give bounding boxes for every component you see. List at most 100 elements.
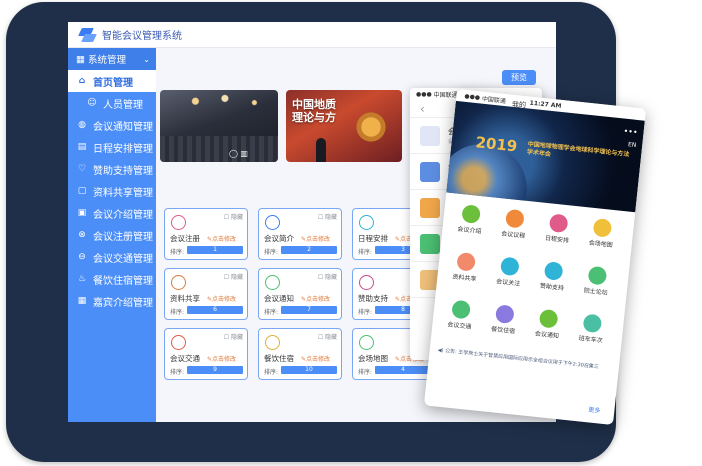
module-card[interactable]: ☐ 隐藏 会议简介 ✎点击修改 排序: 2 (258, 208, 342, 260)
hide-label: 隐藏 (230, 214, 243, 221)
grid-icon: ▦ (76, 53, 85, 65)
sidebar-item[interactable]: ▢ 资料共享管理 (68, 180, 156, 202)
sidebar-item-label: 人员管理 (103, 99, 143, 111)
sidebar-item[interactable]: ☺ 人员管理 (68, 92, 156, 114)
sort-order-field[interactable]: 2 (281, 246, 337, 254)
list-item-icon (420, 161, 440, 182)
sort-order-field[interactable]: 6 (187, 306, 243, 314)
function-item[interactable]: 会议通知 (526, 308, 571, 341)
banner-title: 中国地球物理学会地球科学理论与方法学术年会 (526, 140, 630, 159)
function-label: 赞助支持 (539, 282, 565, 293)
file-icon: ▣ (77, 208, 87, 218)
banner-image-conference-hall[interactable]: ◯ ▥ (160, 90, 278, 162)
edit-link[interactable]: ✎点击修改 (207, 354, 236, 363)
module-name: 会场地图 (358, 354, 388, 363)
register-icon: ⊗ (78, 230, 86, 240)
sidebar-item[interactable]: ▣ 会议介绍管理 (68, 202, 156, 224)
hide-label: 隐藏 (324, 334, 337, 341)
sort-label: 排序: (264, 249, 279, 256)
function-icon (461, 204, 482, 224)
edit-label: 点击修改 (212, 236, 237, 243)
edit-link[interactable]: ✎点击修改 (301, 354, 330, 363)
function-item[interactable]: 会场地图 (579, 217, 624, 250)
function-icon (505, 208, 525, 229)
hide-toggle[interactable]: ☐ 隐藏 (318, 332, 337, 341)
function-label: 院士论坛 (583, 287, 608, 297)
top-bar: 智能会议管理系统 (68, 22, 556, 48)
food-icon: ♨ (77, 274, 87, 284)
emblem-icon (354, 110, 388, 144)
home-icon: ⌂ (78, 76, 86, 86)
function-icon (456, 251, 477, 272)
sidebar-item[interactable]: ▤ 日程安排管理 (68, 136, 156, 158)
sort-order-field[interactable]: 10 (281, 366, 337, 374)
function-label: 资料共享 (452, 273, 477, 283)
hide-toggle[interactable]: ☐ 隐藏 (318, 272, 337, 281)
module-icon (359, 215, 374, 230)
function-item[interactable]: 日程安排 (536, 212, 581, 245)
module-icon (265, 335, 280, 350)
banner-controls-icon[interactable]: ◯ ▥ (229, 149, 248, 158)
function-icon (548, 213, 569, 234)
more-link[interactable]: 更多 (588, 404, 601, 414)
sidebar-section-label: 系统管理 (88, 55, 127, 66)
edit-label: 点击修改 (212, 356, 237, 363)
preview-button[interactable]: 预览 (502, 70, 536, 85)
sidebar-item[interactable]: ⊗ 会议注册管理 (68, 224, 156, 246)
module-name: 赞助支持 (358, 294, 388, 303)
function-item[interactable]: 会议交通 (438, 298, 483, 331)
function-item[interactable]: 餐饮住宿 (482, 303, 527, 336)
sidebar-item[interactable]: ⌂ 首页管理 (68, 70, 156, 92)
sort-order-field[interactable]: 1 (187, 246, 243, 254)
module-card[interactable]: ☐ 隐藏 资料共享 ✎点击修改 排序: 6 (164, 268, 248, 320)
my-label[interactable]: 我的 (512, 100, 526, 110)
banner-image-forum[interactable]: 中国地质 理论与方 (286, 90, 402, 162)
hide-toggle[interactable]: ☐ 隐藏 (318, 212, 337, 221)
function-item[interactable]: 会议关注 (487, 255, 532, 288)
edit-label: 点击修改 (212, 296, 237, 303)
function-label: 会议通知 (534, 330, 560, 340)
module-icon (171, 215, 186, 230)
sort-order-field[interactable]: 9 (187, 366, 243, 374)
language-switch[interactable]: EN (628, 141, 637, 149)
edit-link[interactable]: ✎点击修改 (301, 234, 330, 243)
sidebar-section-system[interactable]: ▦ 系统管理 ⌄ (68, 48, 156, 70)
list-item-icon (420, 125, 440, 146)
sort-label: 排序: (358, 249, 373, 256)
function-item[interactable]: 院士论坛 (574, 264, 619, 297)
sidebar-item[interactable]: ♡ 赞助支持管理 (68, 158, 156, 180)
sort-label: 排序: (170, 309, 185, 316)
sort-order-field[interactable]: 4 (375, 366, 431, 374)
function-item[interactable]: 资料共享 (443, 251, 488, 284)
function-item[interactable]: 会议介绍 (448, 203, 493, 236)
hide-toggle[interactable]: ☐ 隐藏 (224, 212, 243, 221)
sidebar-item[interactable]: ▦ 嘉宾介绍管理 (68, 290, 156, 312)
sort-label: 排序: (170, 249, 185, 256)
speaker-silhouette (316, 138, 326, 162)
app-title: 智能会议管理系统 (102, 31, 182, 42)
sort-label: 排序: (264, 309, 279, 316)
edit-link[interactable]: ✎点击修改 (207, 294, 236, 303)
more-options-icon[interactable]: ••• (623, 127, 638, 137)
function-label: 会议议程 (500, 230, 526, 240)
module-card[interactable]: ☐ 隐藏 会议通知 ✎点击修改 排序: 7 (258, 268, 342, 320)
sidebar-item[interactable]: ♨ 餐饮住宿管理 (68, 268, 156, 290)
user-icon: ☺ (87, 98, 97, 108)
function-item[interactable]: 会议议程 (492, 208, 537, 241)
module-card[interactable]: ☐ 隐藏 会议交通 ✎点击修改 排序: 9 (164, 328, 248, 380)
module-card[interactable]: ☐ 隐藏 餐饮住宿 ✎点击修改 排序: 10 (258, 328, 342, 380)
hide-label: 隐藏 (230, 274, 243, 281)
edit-link[interactable]: ✎点击修改 (207, 234, 236, 243)
sidebar-item-label: 首页管理 (93, 77, 133, 89)
hide-toggle[interactable]: ☐ 隐藏 (224, 332, 243, 341)
sort-order-field[interactable]: 7 (281, 306, 337, 314)
edit-label: 点击修改 (306, 236, 331, 243)
edit-link[interactable]: ✎点击修改 (301, 294, 330, 303)
function-item[interactable]: 班车车次 (569, 312, 614, 345)
module-card[interactable]: ☐ 隐藏 会议注册 ✎点击修改 排序: 1 (164, 208, 248, 260)
back-icon[interactable]: ‹ (420, 102, 425, 116)
sidebar-item[interactable]: ⊖ 会议交通管理 (68, 246, 156, 268)
sidebar-item[interactable]: ◍ 会议通知管理 (68, 114, 156, 136)
hide-toggle[interactable]: ☐ 隐藏 (224, 272, 243, 281)
function-item[interactable]: 赞助支持 (531, 260, 576, 293)
